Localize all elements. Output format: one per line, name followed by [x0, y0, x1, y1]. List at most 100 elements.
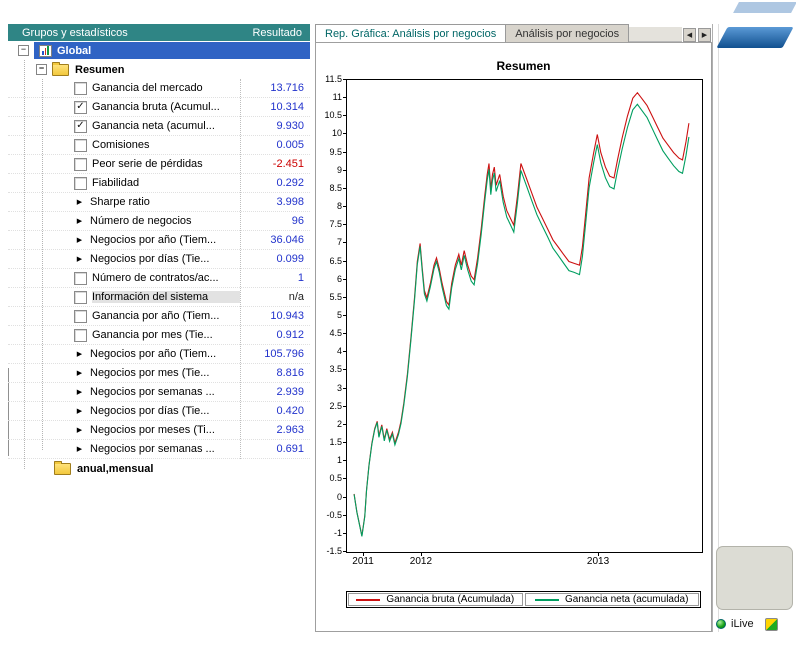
stat-row-3[interactable]: Comisiones0.005	[8, 136, 310, 155]
stat-row-15[interactable]: ▶Negocios por mes (Tie...8.816	[8, 364, 310, 383]
stat-label: Número de contratos/ac...	[92, 272, 240, 284]
y-axis-tick	[343, 115, 347, 116]
checkbox-icon[interactable]	[74, 82, 87, 95]
checkbox-icon[interactable]	[74, 310, 87, 323]
legend-label-bruta: Ganancia bruta (Acumulada)	[386, 594, 514, 605]
right-divider-inner	[718, 24, 719, 632]
y-axis-tick-label: 3	[317, 383, 342, 393]
expand-arrow-icon[interactable]: ▶	[74, 426, 85, 434]
tree-row-resumen[interactable]: − Resumen	[8, 60, 310, 79]
stat-row-9[interactable]: ▶Negocios por días (Tie...0.099	[8, 250, 310, 269]
expand-arrow-icon[interactable]: ▶	[74, 198, 85, 206]
expand-arrow-icon[interactable]: ▶	[74, 369, 85, 377]
notification-icon[interactable]	[765, 618, 778, 631]
y-axis-tick-label: 2	[317, 419, 342, 429]
y-axis-tick	[343, 388, 347, 389]
y-axis-tick-label: 2.5	[317, 401, 342, 411]
legend-line-red-icon	[356, 599, 380, 601]
y-axis-tick-label: 3.5	[317, 364, 342, 374]
stat-row-6[interactable]: ▶ Sharpe ratio3.998	[8, 193, 310, 212]
stat-row-11[interactable]: Información del sisteman/a	[8, 288, 310, 307]
y-axis-tick	[343, 460, 347, 461]
checkbox-icon[interactable]	[74, 177, 87, 190]
expand-arrow-icon[interactable]: ▶	[74, 350, 85, 358]
tab-rep-grafica-analisis[interactable]: Rep. Gráfica: Análisis por negocios	[315, 24, 506, 42]
stat-row-1[interactable]: ✓ Ganancia bruta (Acumul...10.314	[8, 98, 310, 117]
stat-row-8[interactable]: ▶Negocios por año (Tiem...36.046	[8, 231, 310, 250]
stat-value: 0.912	[240, 329, 310, 341]
stat-row-4[interactable]: Peor serie de pérdidas-2.451	[8, 155, 310, 174]
stat-label: Sharpe ratio	[90, 196, 240, 208]
stat-label: Ganancia bruta (Acumul...	[92, 101, 240, 113]
checkbox-icon[interactable]	[74, 291, 87, 304]
y-axis-tick	[343, 279, 347, 280]
expand-arrow-icon[interactable]: ▶	[74, 445, 85, 453]
expand-arrow-icon[interactable]: ▶	[74, 388, 85, 396]
stat-value: 0.420	[240, 405, 310, 417]
y-axis-tick-label: 8	[317, 201, 342, 211]
stat-label: Negocios por meses (Ti...	[90, 424, 240, 436]
stat-label: Ganancia neta (acumul...	[92, 120, 240, 132]
result-column-header: Resultado	[232, 27, 310, 39]
expand-arrow-icon[interactable]: ▶	[74, 255, 85, 263]
y-axis-tick-label: 5	[317, 310, 342, 320]
y-axis-tick	[343, 152, 347, 153]
y-axis-tick-label: 1.5	[317, 437, 342, 447]
selected-row-highlight[interactable]: Global	[34, 42, 310, 59]
stat-label: Negocios por semanas ...	[90, 386, 240, 398]
tree-row-global[interactable]: − Global	[8, 41, 310, 60]
stat-row-5[interactable]: Fiabilidad0.292	[8, 174, 310, 193]
y-axis-tick	[343, 133, 347, 134]
y-axis-tick	[343, 551, 347, 552]
stat-row-19[interactable]: ▶Negocios por semanas ...0.691	[8, 440, 310, 459]
stat-value: 10.314	[240, 101, 310, 113]
stat-row-2[interactable]: ✓Ganancia neta (acumul...9.930	[8, 117, 310, 136]
statistics-tree: − Global − Resumen Ganancia del mercado1…	[8, 41, 310, 478]
tab-scroll-right-button[interactable]: ▶	[698, 28, 711, 42]
stat-value: 10.943	[240, 310, 310, 322]
stat-row-14[interactable]: ▶Negocios por año (Tiem...105.796	[8, 345, 310, 364]
collapsed-side-panel[interactable]	[716, 546, 793, 610]
stat-value: 96	[240, 215, 310, 227]
checkbox-icon[interactable]	[74, 329, 87, 342]
y-axis-tick-label: 5.5	[317, 292, 342, 302]
checkbox-icon[interactable]	[74, 139, 87, 152]
checkbox-checked-icon[interactable]: ✓	[74, 101, 87, 114]
stat-row-0[interactable]: Ganancia del mercado13.716	[8, 79, 310, 98]
collapse-icon[interactable]: −	[36, 64, 47, 75]
y-axis-tick-label: 6	[317, 274, 342, 284]
tree-row-anual-mensual[interactable]: anual,mensual	[8, 459, 310, 478]
chart-legend: Ganancia bruta (Acumulada) Ganancia neta…	[346, 591, 701, 608]
tab-analisis-por-negocios[interactable]: Análisis por negocios	[506, 24, 629, 42]
chevron-left-icon: ◀	[687, 31, 692, 39]
stat-label: Ganancia del mercado	[92, 82, 240, 94]
expand-arrow-icon[interactable]: ▶	[74, 236, 85, 244]
stat-value: 3.998	[240, 196, 310, 208]
right-divider	[712, 24, 713, 632]
legend-entry-neta: Ganancia neta (acumulada)	[525, 593, 700, 606]
checkbox-icon[interactable]	[74, 158, 87, 171]
ilive-green-dot-icon	[716, 619, 726, 629]
y-axis-tick	[343, 424, 347, 425]
stat-row-17[interactable]: ▶Negocios por días (Tie...0.420	[8, 402, 310, 421]
stat-row-18[interactable]: ▶ Negocios por meses (Ti...2.963	[8, 421, 310, 440]
expand-arrow-icon[interactable]: ▶	[74, 217, 85, 225]
checkbox-icon[interactable]	[74, 272, 87, 285]
expand-arrow-icon[interactable]: ▶	[74, 407, 85, 415]
stat-row-7[interactable]: ▶Número de negocios96	[8, 212, 310, 231]
stat-row-12[interactable]: Ganancia por año (Tiem...10.943	[8, 307, 310, 326]
stat-value: 2.963	[240, 424, 310, 436]
brand-logo-top	[733, 2, 796, 13]
tab-scroll-left-button[interactable]: ◀	[683, 28, 696, 42]
stat-value: 2.939	[240, 386, 310, 398]
checkbox-checked-icon[interactable]: ✓	[74, 120, 87, 133]
folder-icon	[52, 64, 69, 76]
series-plot	[347, 80, 702, 552]
stat-label: Peor serie de pérdidas	[92, 158, 240, 170]
y-axis-tick	[343, 261, 347, 262]
stat-row-16[interactable]: ▶ Negocios por semanas ...2.939	[8, 383, 310, 402]
stat-row-13[interactable]: Ganancia por mes (Tie...0.912	[8, 326, 310, 345]
stat-row-10[interactable]: Número de contratos/ac...1	[8, 269, 310, 288]
y-axis-tick	[343, 188, 347, 189]
collapse-icon[interactable]: −	[18, 45, 29, 56]
